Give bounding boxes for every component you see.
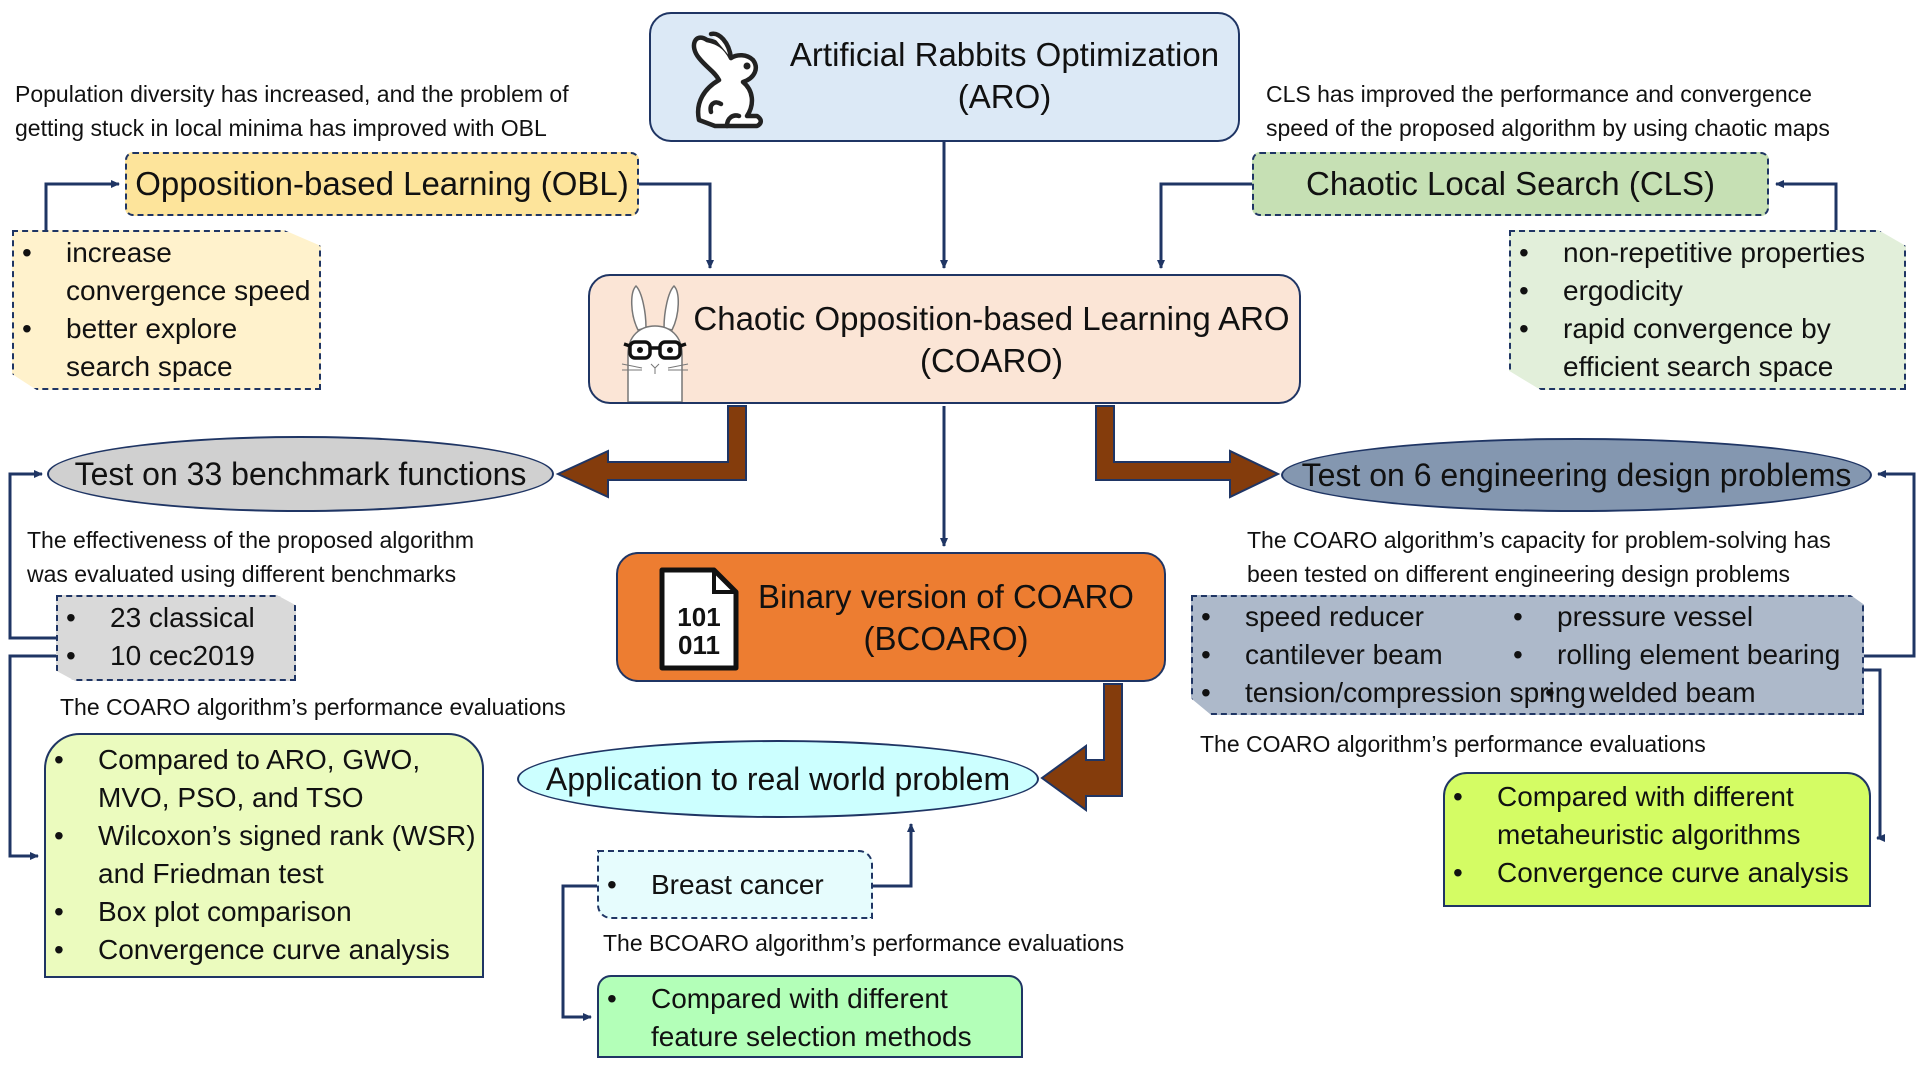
list-item: rolling element bearing	[1505, 636, 1840, 674]
obl-box: Opposition-based Learning (OBL)	[125, 152, 639, 216]
coaro-title: Chaotic Opposition-based Learning ARO	[693, 300, 1290, 337]
engineering-test-title: Test on 6 engineering design problems	[1301, 456, 1852, 493]
engineering-problems-box: speed reducer cantilever beam tension/co…	[1191, 595, 1864, 715]
obl-benefits-box: increase convergence speed better explor…	[12, 230, 321, 390]
list-item: 10 cec2019	[58, 637, 294, 675]
list-item: Convergence curve analysis	[46, 931, 482, 969]
cls-note-line-2: speed of the proposed algorithm by using…	[1266, 115, 1830, 141]
binary-line-1: 101	[677, 602, 720, 632]
list-item: Wilcoxon’s signed rank (WSR)	[46, 817, 482, 855]
cls-note-line-1: CLS has improved the performance and con…	[1266, 81, 1812, 107]
obl-note-line-2: getting stuck in local minima has improv…	[15, 115, 547, 141]
rabbit-glasses-icon	[620, 284, 690, 403]
list-item: Compared with different	[599, 980, 1021, 1018]
list-item: non-repetitive properties	[1511, 234, 1904, 272]
coaro-box: Chaotic Opposition-based Learning ARO (C…	[588, 274, 1301, 404]
engineering-eval-box: Compared with different metaheuristic al…	[1443, 772, 1871, 907]
engineering-note: The COARO algorithm’s capacity for probl…	[1247, 523, 1831, 591]
binary-line-2: 011	[678, 630, 720, 660]
arrow-obl-to-coaro	[639, 182, 714, 269]
datasets-box: Breast cancer	[597, 850, 873, 919]
application-title: Application to real world problem	[545, 760, 1011, 797]
cls-benefits-list: non-repetitive properties ergodicity rap…	[1511, 234, 1904, 386]
engineering-test-ellipse: Test on 6 engineering design problems	[1281, 438, 1872, 512]
list-item: MVO, PSO, and TSO	[98, 782, 364, 813]
thick-arrow-bcoaro-to-application	[1040, 683, 1123, 812]
engineering-problems-col2: pressure vessel rolling element bearing …	[1505, 598, 1840, 712]
benchmarks-list: 23 classical 10 cec2019	[58, 599, 294, 675]
feature-eval-box: Compared with different feature selectio…	[597, 975, 1023, 1058]
aro-box: Artificial Rabbits Optimization (ARO)	[649, 12, 1240, 142]
datasets-list: Breast cancer	[599, 866, 824, 904]
list-item: Convergence curve analysis	[1445, 854, 1869, 892]
benchmark-eval-list: Compared to ARO, GWO, MVO, PSO, and TSO …	[46, 741, 482, 969]
list-item: convergence speed	[66, 275, 311, 306]
aro-subtitle: (ARO)	[957, 78, 1052, 115]
list-item: Compared to ARO, GWO,	[46, 741, 482, 779]
obl-note: Population diversity has increased, and …	[15, 77, 569, 145]
coaro-subtitle: (COARO)	[920, 342, 1063, 379]
list-item: and Friedman test	[98, 858, 324, 889]
thick-arrow-coaro-to-benchmark	[555, 405, 747, 499]
cls-note: CLS has improved the performance and con…	[1266, 77, 1830, 145]
engineering-note-line-2: been tested on different engineering des…	[1247, 561, 1791, 587]
list-item: rapid convergence by	[1511, 310, 1904, 348]
obl-title: Opposition-based Learning (OBL)	[135, 165, 629, 202]
benchmark-note-line-2: was evaluated using different benchmarks	[27, 561, 457, 587]
arrow-problems-to-test	[1864, 470, 1916, 658]
list-item: search space	[66, 351, 233, 382]
bcoaro-subtitle: (BCOARO)	[863, 620, 1029, 657]
engineering-note-line-1: The COARO algorithm’s capacity for probl…	[1247, 527, 1831, 553]
benchmark-test-ellipse: Test on 33 benchmark functions	[47, 436, 554, 512]
cls-box: Chaotic Local Search (CLS)	[1252, 152, 1769, 216]
benchmarks-box: 23 classical 10 cec2019	[56, 595, 296, 681]
benchmark-perf-note: The COARO algorithm’s performance evalua…	[60, 694, 566, 720]
binary-file-icon: 101 011	[658, 566, 740, 672]
aro-title: Artificial Rabbits Optimization	[789, 36, 1220, 73]
bcoaro-box: 101 011 Binary version of COARO (BCOARO)	[616, 552, 1166, 682]
arrow-cls-to-coaro	[1157, 182, 1252, 269]
list-item: welded beam	[1537, 674, 1864, 712]
arrow-dataset-to-eval	[561, 884, 597, 1021]
benchmark-note: The effectiveness of the proposed algori…	[27, 523, 474, 591]
cls-title: Chaotic Local Search (CLS)	[1305, 165, 1716, 202]
list-item: Box plot comparison	[46, 893, 482, 931]
thick-arrow-coaro-to-engineering	[1095, 405, 1281, 499]
list-item: feature selection methods	[651, 1021, 972, 1052]
engineering-perf-note: The COARO algorithm’s performance evalua…	[1200, 731, 1706, 757]
list-item: efficient search space	[1563, 351, 1834, 382]
list-item: increase	[14, 234, 319, 272]
obl-benefits-list: increase convergence speed better explor…	[14, 234, 319, 386]
benchmark-eval-box: Compared to ARO, GWO, MVO, PSO, and TSO …	[44, 733, 484, 978]
benchmark-test-title: Test on 33 benchmark functions	[74, 455, 527, 492]
arrow-dataset-to-application	[873, 823, 915, 888]
arrow-cls-benefits-to-cls	[1775, 180, 1838, 230]
benchmark-note-line-1: The effectiveness of the proposed algori…	[27, 527, 475, 553]
list-item: pressure vessel	[1505, 598, 1840, 636]
list-item: Compared with different	[1445, 778, 1869, 816]
application-ellipse: Application to real world problem	[517, 740, 1039, 818]
engineering-eval-list: Compared with different metaheuristic al…	[1445, 778, 1869, 892]
arrow-obl-benefits-to-obl	[44, 180, 120, 230]
list-item: 23 classical	[58, 599, 294, 637]
rabbit-icon	[685, 28, 775, 132]
bcoaro-perf-note: The BCOARO algorithm’s performance evalu…	[603, 930, 1125, 956]
list-item: metaheuristic algorithms	[1497, 819, 1801, 850]
feature-eval-list: Compared with different feature selectio…	[599, 980, 1021, 1056]
list-item: better explore	[14, 310, 319, 348]
bcoaro-title: Binary version of COARO	[758, 578, 1134, 615]
list-item: Breast cancer	[599, 866, 824, 904]
list-item: ergodicity	[1511, 272, 1904, 310]
obl-note-line-1: Population diversity has increased, and …	[15, 81, 569, 107]
cls-benefits-box: non-repetitive properties ergodicity rap…	[1509, 230, 1906, 390]
